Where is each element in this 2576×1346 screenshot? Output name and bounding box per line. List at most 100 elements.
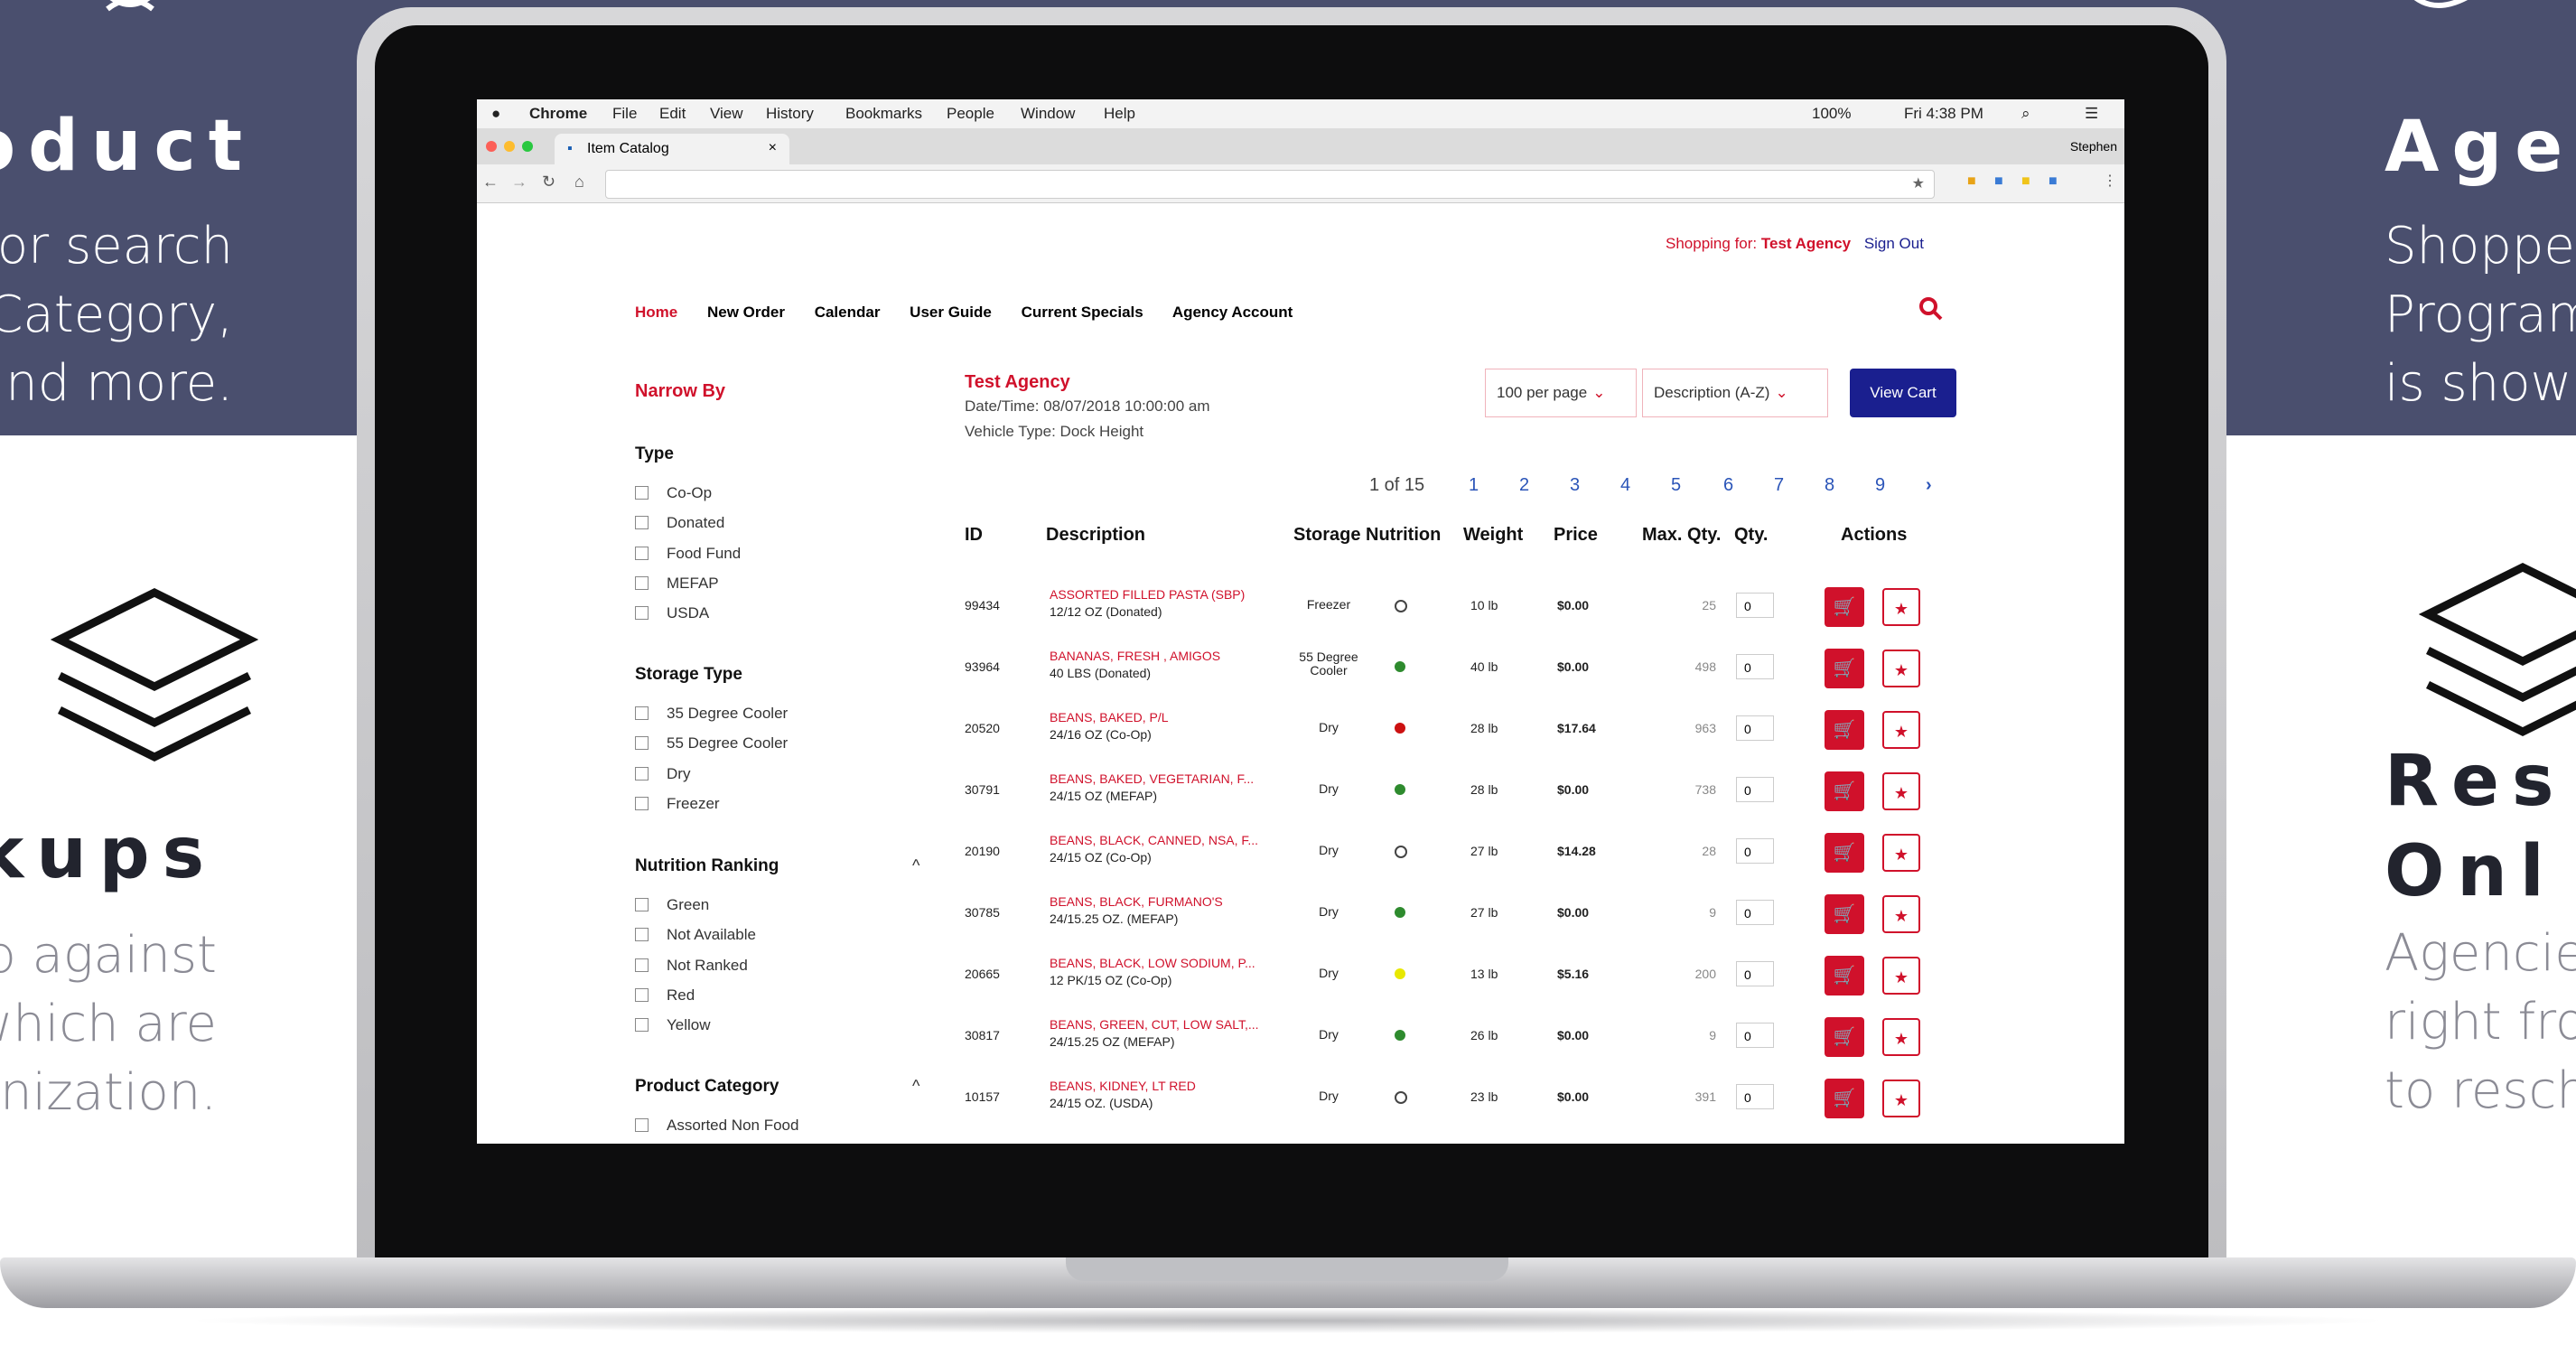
tab-close-icon[interactable]: ×	[769, 140, 777, 156]
add-to-cart-button[interactable]: 🛒	[1825, 587, 1864, 627]
filter-nutrition-green[interactable]: Green	[635, 896, 709, 914]
menu-dots-icon[interactable]: ⋮	[2103, 172, 2117, 190]
page-6[interactable]: 6	[1723, 475, 1733, 496]
bookmark-star-icon[interactable]: ★	[1912, 174, 1925, 192]
row-description[interactable]: BEANS, GREEN, CUT, LOW SALT,...	[1050, 1017, 1259, 1032]
add-to-cart-button[interactable]: 🛒	[1825, 1017, 1864, 1057]
favorite-star-button[interactable]: ★	[1882, 895, 1920, 933]
favorite-star-button[interactable]: ★	[1882, 1018, 1920, 1056]
profile-name[interactable]: Stephen	[2070, 139, 2117, 154]
apple-icon[interactable]: ●	[491, 105, 500, 123]
minimize-window-dot[interactable]	[504, 141, 515, 152]
favorite-star-button[interactable]: ★	[1882, 957, 1920, 995]
qty-input[interactable]: 0	[1736, 654, 1774, 679]
filter-nutrition-red[interactable]: Red	[635, 986, 695, 1005]
nav-user-guide[interactable]: User Guide	[910, 304, 992, 321]
menu-file[interactable]: File	[612, 105, 637, 123]
row-description[interactable]: BEANS, BLACK, CANNED, NSA, F...	[1050, 833, 1258, 847]
tab-item-catalog[interactable]: ▪ Item Catalog ×	[555, 134, 789, 164]
qty-input[interactable]: 0	[1736, 1084, 1774, 1109]
favorite-star-button[interactable]: ★	[1882, 772, 1920, 810]
nav-agency-account[interactable]: Agency Account	[1172, 304, 1293, 321]
filter-storage-35[interactable]: 35 Degree Cooler	[635, 705, 788, 723]
extension-icon-4[interactable]: ■	[2049, 173, 2058, 190]
spotlight-icon[interactable]: ⌕	[2021, 105, 2030, 123]
page-8[interactable]: 8	[1825, 475, 1834, 496]
menu-view[interactable]: View	[710, 105, 743, 123]
nav-home[interactable]: Home	[635, 304, 677, 321]
qty-input[interactable]: 0	[1736, 715, 1774, 741]
favorite-star-button[interactable]: ★	[1882, 711, 1920, 749]
filter-type-usda[interactable]: USDA	[635, 604, 709, 622]
add-to-cart-button[interactable]: 🛒	[1825, 771, 1864, 811]
favorite-star-button[interactable]: ★	[1882, 834, 1920, 872]
favorite-star-button[interactable]: ★	[1882, 588, 1920, 626]
add-to-cart-button[interactable]: 🛒	[1825, 1079, 1864, 1118]
address-bar[interactable]: ★	[605, 170, 1935, 199]
page-1[interactable]: 1	[1469, 475, 1479, 496]
back-icon[interactable]: ←	[482, 173, 499, 192]
extension-icon-2[interactable]: ■	[1994, 173, 2003, 190]
zoom-window-dot[interactable]	[522, 141, 533, 152]
filter-category-assorted[interactable]: Assorted Non Food	[635, 1117, 798, 1135]
qty-input[interactable]: 0	[1736, 900, 1774, 925]
filter-nutrition-not-ranked[interactable]: Not Ranked	[635, 957, 748, 975]
collapse-category-icon[interactable]: ^	[912, 1077, 919, 1096]
qty-input[interactable]: 0	[1736, 777, 1774, 802]
add-to-cart-button[interactable]: 🛒	[1825, 956, 1864, 995]
row-description[interactable]: BEANS, KIDNEY, LT RED	[1050, 1079, 1196, 1093]
menu-window[interactable]: Window	[1021, 105, 1075, 123]
filter-type-donated[interactable]: Donated	[635, 514, 724, 532]
add-to-cart-button[interactable]: 🛒	[1825, 710, 1864, 750]
extension-icon[interactable]: ■	[1967, 173, 1976, 190]
row-description[interactable]: ASSORTED FILLED PASTA (SBP)	[1050, 587, 1245, 602]
menu-history[interactable]: History	[766, 105, 814, 123]
qty-input[interactable]: 0	[1736, 1023, 1774, 1048]
nav-current-specials[interactable]: Current Specials	[1022, 304, 1143, 321]
row-description[interactable]: BEANS, BAKED, P/L	[1050, 710, 1169, 724]
close-window-dot[interactable]	[486, 141, 497, 152]
page-3[interactable]: 3	[1570, 475, 1580, 496]
page-5[interactable]: 5	[1671, 475, 1681, 496]
shopping-for-agency[interactable]: Test Agency	[1761, 235, 1851, 252]
filter-storage-freezer[interactable]: Freezer	[635, 795, 720, 813]
menu-app[interactable]: Chrome	[529, 105, 587, 123]
favorite-star-button[interactable]: ★	[1882, 1080, 1920, 1117]
menu-bookmarks[interactable]: Bookmarks	[845, 105, 922, 123]
filter-nutrition-yellow[interactable]: Yellow	[635, 1016, 711, 1034]
page-4[interactable]: 4	[1620, 475, 1630, 496]
search-icon[interactable]	[1918, 296, 1944, 322]
page-9[interactable]: 9	[1875, 475, 1885, 496]
reload-icon[interactable]: ↻	[542, 173, 555, 192]
filter-type-coop[interactable]: Co-Op	[635, 484, 712, 502]
row-description[interactable]: BEANS, BLACK, LOW SODIUM, P...	[1050, 956, 1255, 970]
notification-icon[interactable]: ☰	[2085, 105, 2098, 123]
nav-calendar[interactable]: Calendar	[815, 304, 881, 321]
next-page[interactable]: ›	[1926, 475, 1932, 496]
add-to-cart-button[interactable]: 🛒	[1825, 833, 1864, 873]
filter-type-food-fund[interactable]: Food Fund	[635, 545, 741, 563]
qty-input[interactable]: 0	[1736, 961, 1774, 986]
qty-input[interactable]: 0	[1736, 838, 1774, 864]
view-cart-button[interactable]: View Cart	[1850, 369, 1956, 417]
clock[interactable]: Fri 4:38 PM	[1904, 105, 1983, 123]
home-icon[interactable]: ⌂	[574, 173, 584, 192]
sort-select[interactable]: Description (A-Z) ⌄	[1642, 369, 1828, 417]
filter-storage-55[interactable]: 55 Degree Cooler	[635, 734, 788, 752]
forward-icon[interactable]: →	[511, 173, 527, 192]
row-description[interactable]: BANANAS, FRESH , AMIGOS	[1050, 649, 1220, 663]
menu-edit[interactable]: Edit	[659, 105, 686, 123]
qty-input[interactable]: 0	[1736, 593, 1774, 618]
filter-nutrition-na[interactable]: Not Available	[635, 926, 756, 944]
sign-out-link[interactable]: Sign Out	[1864, 235, 1924, 252]
row-description[interactable]: BEANS, BLACK, FURMANO'S	[1050, 894, 1223, 909]
add-to-cart-button[interactable]: 🛒	[1825, 894, 1864, 934]
filter-storage-dry[interactable]: Dry	[635, 765, 690, 783]
nav-new-order[interactable]: New Order	[707, 304, 785, 321]
page-7[interactable]: 7	[1774, 475, 1784, 496]
battery-status[interactable]: 100%	[1812, 105, 1851, 123]
menu-help[interactable]: Help	[1104, 105, 1135, 123]
menu-people[interactable]: People	[947, 105, 994, 123]
favorite-star-button[interactable]: ★	[1882, 650, 1920, 687]
filter-type-mefap[interactable]: MEFAP	[635, 575, 719, 593]
